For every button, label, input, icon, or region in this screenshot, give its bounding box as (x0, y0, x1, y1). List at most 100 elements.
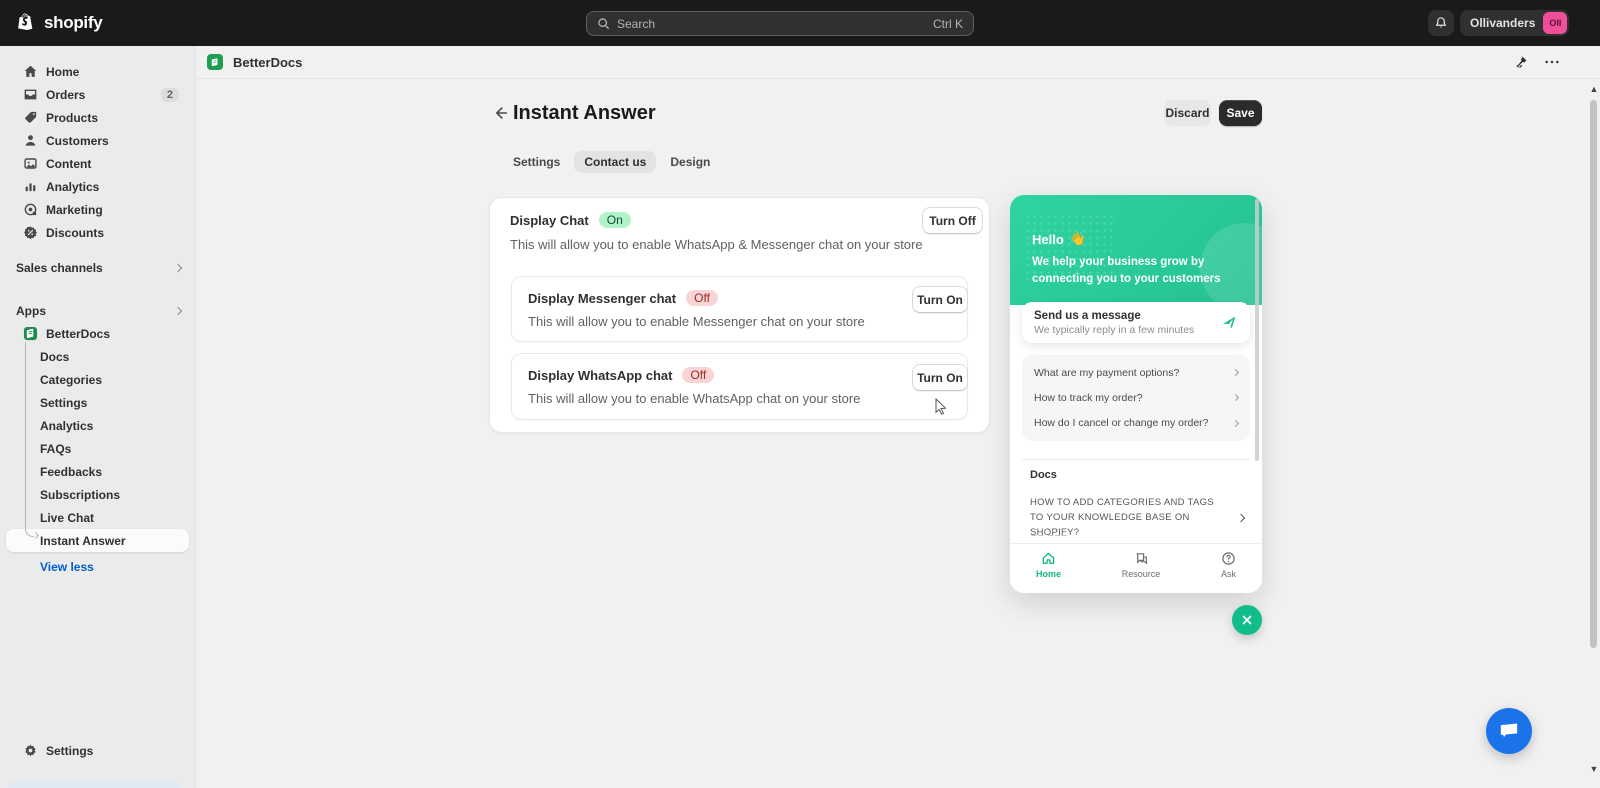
sidebar-item-label: Docs (40, 349, 70, 364)
home-icon (1041, 551, 1056, 566)
scroll-down-arrow[interactable]: ▼ (1589, 764, 1599, 774)
status-badge-off: Off (686, 290, 718, 306)
widget-header: Hello 👋 We help your business grow by co… (1010, 195, 1262, 305)
save-button[interactable]: Save (1219, 100, 1262, 126)
sidebar-item-label: Categories (40, 372, 103, 387)
sidebar-item-home[interactable]: Home (6, 60, 189, 83)
page-title: Instant Answer (513, 102, 656, 124)
sidebar-item-analytics[interactable]: Analytics (6, 175, 189, 198)
nav-label: Home (1036, 569, 1062, 579)
person-icon (22, 133, 38, 149)
target-icon (22, 202, 38, 218)
shopify-logo-text: shopify (44, 13, 103, 32)
waving-hand-emoji: 👋 (1069, 231, 1086, 246)
sidebar-section-sales-channels[interactable]: Sales channels (0, 256, 195, 279)
faq-item[interactable]: What are my payment options? (1034, 366, 1240, 379)
sidebar-item-label: FAQs (40, 441, 72, 456)
chat-bubble-icon (1498, 721, 1520, 741)
betterdocs-app-icon (207, 54, 223, 70)
back-button[interactable] (491, 104, 509, 122)
send-message-card[interactable]: Send us a message We typically reply in … (1022, 302, 1250, 343)
notifications-button[interactable] (1428, 10, 1454, 36)
widget-close-button[interactable] (1232, 605, 1262, 635)
search-placeholder: Search (617, 16, 656, 31)
widget-nav-resource[interactable]: Resource (1122, 551, 1160, 593)
turn-on-whatsapp-button[interactable]: Turn On (912, 364, 968, 391)
shopify-logo[interactable]: shopify (16, 12, 103, 34)
chevron-right-icon (1231, 419, 1240, 427)
app-header: BetterDocs (196, 46, 1600, 79)
sidebar-item-settings[interactable]: Settings (6, 739, 190, 762)
discard-button[interactable]: Discard (1164, 100, 1211, 126)
widget-greeting: Hello (1032, 231, 1064, 247)
sidebar-item-label: Home (46, 64, 80, 79)
widget-nav-ask[interactable]: Ask (1221, 551, 1236, 593)
sidebar-item-label: Instant Answer (40, 533, 126, 548)
bell-icon (1434, 16, 1448, 30)
sidebar-item-customers[interactable]: Customers (6, 129, 189, 152)
clipped-next-doc: ▰▰ ▰▰▰ (1030, 531, 1068, 536)
non-transferable-badge[interactable]: Non-transferable (8, 781, 180, 788)
close-icon (1241, 614, 1253, 626)
turn-off-button[interactable]: Turn Off (922, 207, 983, 234)
bar-chart-icon (22, 179, 38, 195)
widget-scrollbar[interactable] (1255, 199, 1259, 461)
chevron-right-icon (173, 306, 183, 315)
faq-label: What are my payment options? (1034, 366, 1180, 379)
widget-nav-home[interactable]: Home (1036, 551, 1061, 593)
display-whatsapp-card: Display WhatsApp chat Off This will allo… (511, 353, 968, 420)
card-description: This will allow you to enable WhatsApp c… (528, 391, 861, 406)
sidebar-item-orders[interactable]: Orders 2 (6, 83, 189, 106)
view-less-link[interactable]: View less (40, 560, 195, 574)
send-message-subtitle: We typically reply in a few minutes (1034, 323, 1195, 336)
home-icon (22, 64, 38, 80)
shopify-bag-icon (16, 12, 38, 34)
chevron-right-icon (1236, 513, 1246, 523)
divider (1022, 459, 1250, 460)
sidebar-item-marketing[interactable]: Marketing (6, 198, 189, 221)
sidebar-section-apps[interactable]: Apps (0, 299, 195, 322)
faq-item[interactable]: How do I cancel or change my order? (1034, 417, 1240, 430)
page-scrollbar[interactable] (1590, 100, 1597, 648)
faq-label: How do I cancel or change my order? (1034, 417, 1209, 430)
chat-widget-preview: Hello 👋 We help your business grow by co… (1010, 195, 1262, 593)
sidebar-item-products[interactable]: Products (6, 106, 189, 129)
sidebar-item-label: BetterDocs (46, 326, 111, 341)
faq-list: What are my payment options? How to trac… (1022, 355, 1250, 441)
sidebar-item-label: Marketing (46, 202, 103, 217)
media-icon (22, 156, 38, 172)
tree-connector-line (25, 342, 34, 537)
sidebar-item-content[interactable]: Content (6, 152, 189, 175)
scroll-up-arrow[interactable]: ▲ (1589, 84, 1599, 94)
faq-item[interactable]: How to track my order? (1034, 391, 1240, 404)
card-title: Display Chat (510, 212, 589, 228)
card-description: This will allow you to enable WhatsApp &… (510, 237, 923, 252)
more-options-icon[interactable] (1544, 55, 1560, 69)
tab-contact-us[interactable]: Contact us (574, 151, 657, 173)
card-title: Display Messenger chat (528, 290, 677, 306)
sidebar-item-label: Products (46, 110, 99, 125)
faq-label: How to track my order? (1034, 391, 1143, 404)
orders-icon (22, 87, 38, 103)
app-header-title: BetterDocs (233, 54, 303, 70)
search-input[interactable]: Search Ctrl K (586, 11, 974, 36)
sidebar-item-discounts[interactable]: Discounts (6, 221, 189, 244)
tag-icon (22, 110, 38, 126)
pin-icon[interactable] (1514, 55, 1528, 69)
sidebar-item-label: Analytics (40, 418, 94, 433)
turn-on-messenger-button[interactable]: Turn On (912, 286, 968, 313)
tab-design[interactable]: Design (660, 151, 720, 173)
tab-settings[interactable]: Settings (503, 151, 570, 173)
orders-count-badge: 2 (160, 87, 179, 102)
sidebar-item-label: Feedbacks (40, 464, 103, 479)
status-badge-off: Off (682, 367, 715, 383)
sidebar-item-label: Analytics (46, 179, 100, 194)
topbar: shopify Search Ctrl K Ollivanders Oll (0, 0, 1600, 46)
search-shortcut: Ctrl K (933, 16, 963, 31)
docs-section-label: Docs (1030, 469, 1057, 481)
sidebar-item-label: Customers (46, 133, 109, 148)
sidebar-item-label: Live Chat (40, 510, 95, 525)
user-menu[interactable]: Ollivanders Oll (1460, 10, 1570, 36)
chat-launcher-button[interactable] (1486, 708, 1532, 754)
widget-footer-nav: Home Resource Ask (1010, 543, 1262, 593)
